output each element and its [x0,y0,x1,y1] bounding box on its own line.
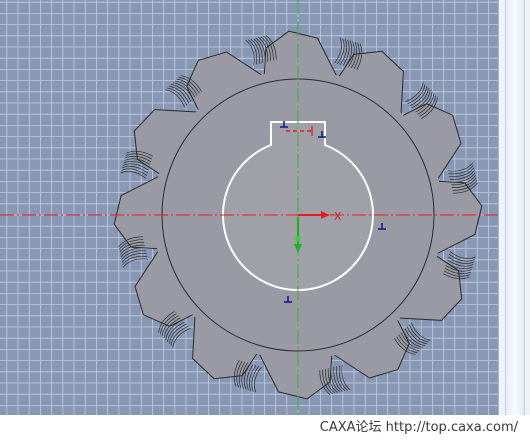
drawing-viewport[interactable]: X CAXA论坛 http://top.caxa.com/ [0,0,530,439]
origin-point-icon [295,236,301,242]
vertical-scrollbar[interactable] [498,0,530,415]
status-strip: CAXA论坛 http://top.caxa.com/ [0,415,530,439]
watermark-text: CAXA论坛 http://top.caxa.com/ [319,420,518,435]
drawing-canvas[interactable]: X [0,0,530,439]
x-axis-label: X [334,210,342,223]
scrollbar-track[interactable] [505,0,525,415]
